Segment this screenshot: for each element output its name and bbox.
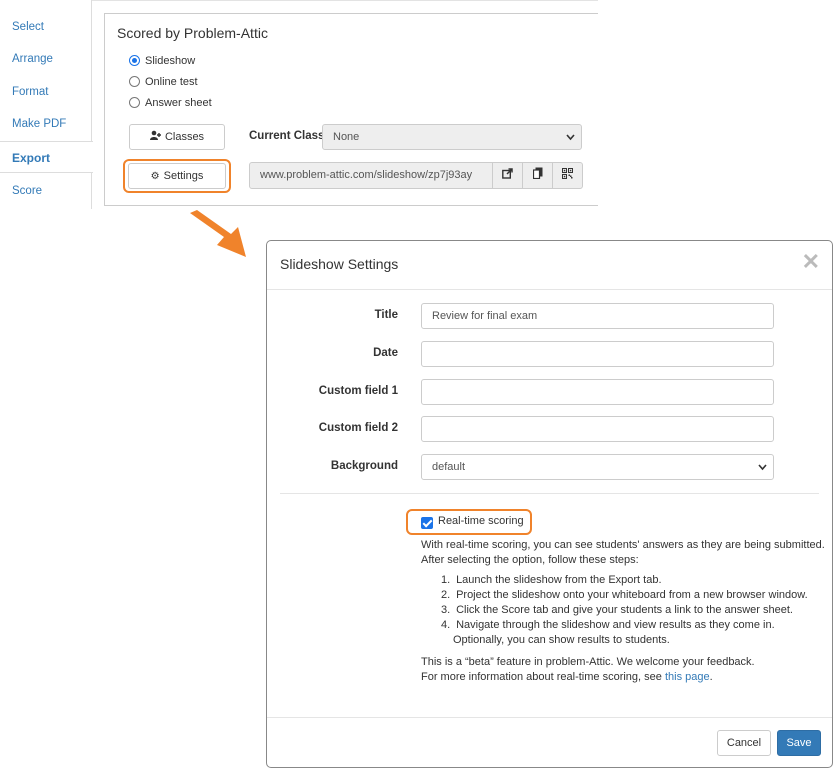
step-item: 2. Project the slideshow onto your white…: [441, 589, 808, 601]
beta-note: This is a “beta” feature in problem-Atti…: [421, 656, 755, 668]
step-item: 3. Click the Score tab and give your stu…: [441, 604, 793, 616]
content-top-border: [92, 0, 598, 1]
chevron-down-icon: [566, 125, 575, 158]
this-page-link[interactable]: this page: [665, 671, 710, 683]
background-select[interactable]: default: [421, 454, 774, 480]
chevron-down-icon: [758, 455, 767, 488]
callout-arrow-icon: [190, 210, 246, 257]
custom-field-1-label: Custom field 1: [318, 385, 398, 397]
radio-label: Slideshow: [145, 55, 196, 67]
clipboard-icon: [532, 167, 543, 182]
background-label: Background: [330, 460, 398, 472]
current-class-select[interactable]: None: [322, 124, 582, 150]
export-panel: Scored by Problem-Attic Slideshow Online…: [104, 13, 598, 206]
slideshow-url-field[interactable]: www.problem-attic.com/slideshow/zp7j93ay: [249, 162, 493, 189]
nav-item-select[interactable]: Select: [0, 11, 92, 43]
more-info: For more information about real-time sco…: [421, 671, 713, 683]
step-4-continuation: Optionally, you can show results to stud…: [453, 634, 670, 646]
realtime-scoring-label[interactable]: Real-time scoring: [438, 515, 524, 527]
nav-item-score[interactable]: Score: [0, 175, 92, 207]
current-class-label: Current Class:: [249, 130, 329, 142]
copy-link-button[interactable]: [522, 162, 553, 189]
intro-text-1: With real-time scoring, you can see stud…: [421, 539, 825, 551]
gear-icon: ⚙: [150, 171, 160, 182]
background-value: default: [432, 461, 466, 473]
custom-field-1-input[interactable]: [421, 379, 774, 405]
external-link-icon: [502, 168, 513, 182]
save-button[interactable]: Save: [777, 730, 821, 756]
open-link-button[interactable]: [492, 162, 523, 189]
close-icon[interactable]: ✕: [802, 250, 820, 274]
step-item: 4. Navigate through the slideshow and vi…: [441, 619, 775, 631]
classes-button[interactable]: Classes: [129, 124, 225, 150]
radio-button-checked[interactable]: [129, 55, 140, 66]
qr-code-button[interactable]: [552, 162, 583, 189]
nav-item-arrange[interactable]: Arrange: [0, 43, 92, 75]
step-item: 1. Launch the slideshow from the Export …: [441, 574, 662, 586]
radio-button[interactable]: [129, 97, 140, 108]
settings-button[interactable]: ⚙ Settings: [128, 163, 226, 189]
divider: [280, 493, 819, 494]
modal-title: Slideshow Settings: [280, 256, 399, 272]
slideshow-settings-modal: Slideshow Settings ✕ Title Review for fi…: [266, 240, 833, 768]
title-input[interactable]: Review for final exam: [421, 303, 774, 329]
nav-item-make-pdf[interactable]: Make PDF: [0, 108, 92, 140]
intro-text-2: After selecting the option, follow these…: [421, 554, 639, 566]
date-label: Date: [373, 347, 398, 359]
current-class-value: None: [333, 131, 360, 143]
radio-label: Answer sheet: [145, 97, 212, 109]
radio-button[interactable]: [129, 76, 140, 87]
title-label: Title: [374, 309, 398, 321]
side-nav: Select Arrange Format Make PDF Export Sc…: [0, 0, 93, 209]
radio-label: Online test: [145, 76, 198, 88]
modal-header: Slideshow Settings ✕: [267, 241, 832, 290]
custom-field-2-label: Custom field 2: [318, 422, 398, 434]
date-input[interactable]: [421, 341, 774, 367]
nav-item-export[interactable]: Export: [0, 141, 93, 173]
panel-title: Scored by Problem-Attic: [117, 25, 268, 41]
classes-button-label: Classes: [164, 131, 205, 143]
settings-button-label: Settings: [163, 170, 204, 182]
realtime-scoring-checkbox[interactable]: [421, 517, 433, 529]
custom-field-2-input[interactable]: [421, 416, 774, 442]
nav-item-format[interactable]: Format: [0, 76, 92, 108]
qr-code-icon: [562, 168, 573, 182]
cancel-button[interactable]: Cancel: [717, 730, 771, 756]
modal-footer-divider: [267, 717, 832, 718]
add-user-icon: [149, 126, 161, 150]
